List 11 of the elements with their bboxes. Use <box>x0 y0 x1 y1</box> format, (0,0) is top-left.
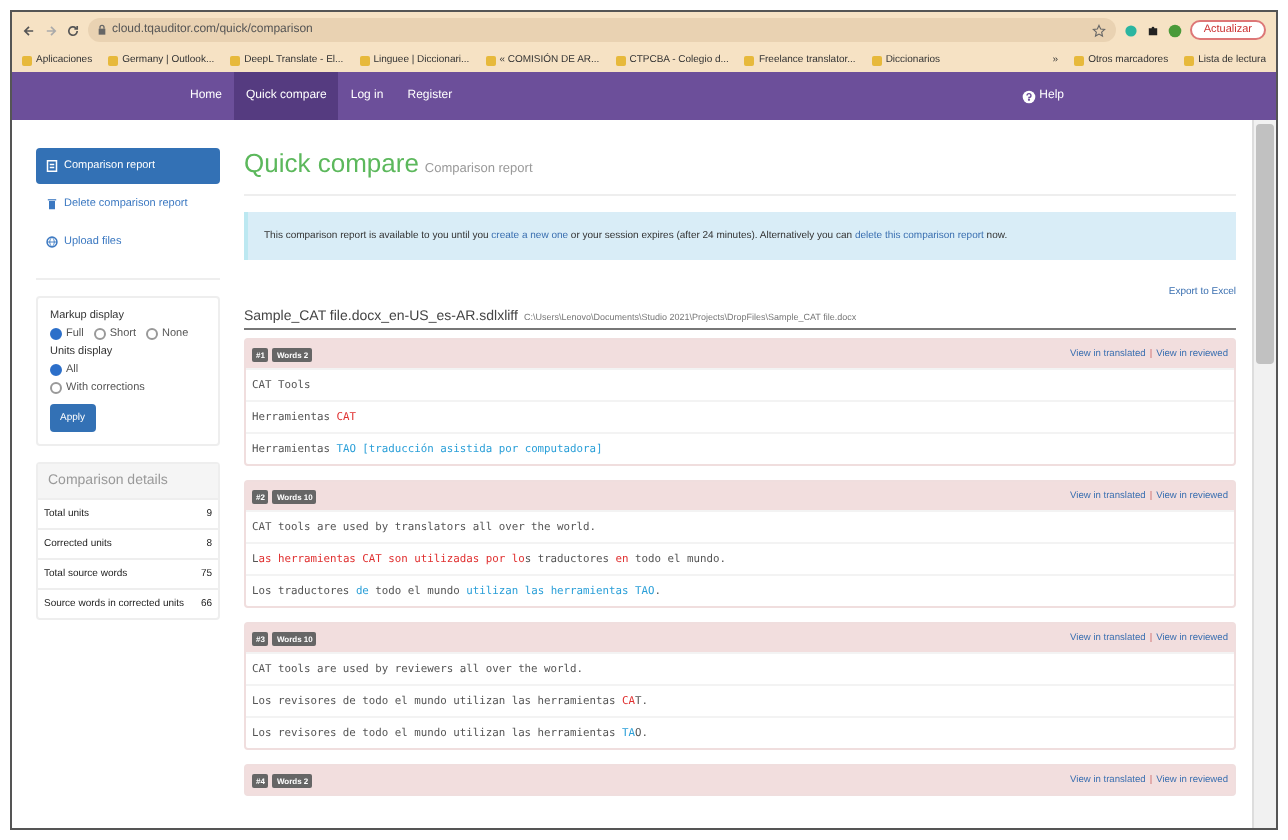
forward-icon[interactable] <box>44 23 58 37</box>
back-icon[interactable] <box>22 23 36 37</box>
avatar-icon[interactable] <box>1167 23 1182 37</box>
document-icon <box>46 160 58 172</box>
scrollbar[interactable] <box>1252 120 1276 828</box>
trash-icon <box>46 198 58 210</box>
globe-icon <box>46 236 58 248</box>
page-title: Quick compare <box>244 148 419 178</box>
reload-icon[interactable] <box>66 23 80 37</box>
help-icon <box>1021 89 1036 103</box>
extension-icon[interactable] <box>1123 23 1138 37</box>
